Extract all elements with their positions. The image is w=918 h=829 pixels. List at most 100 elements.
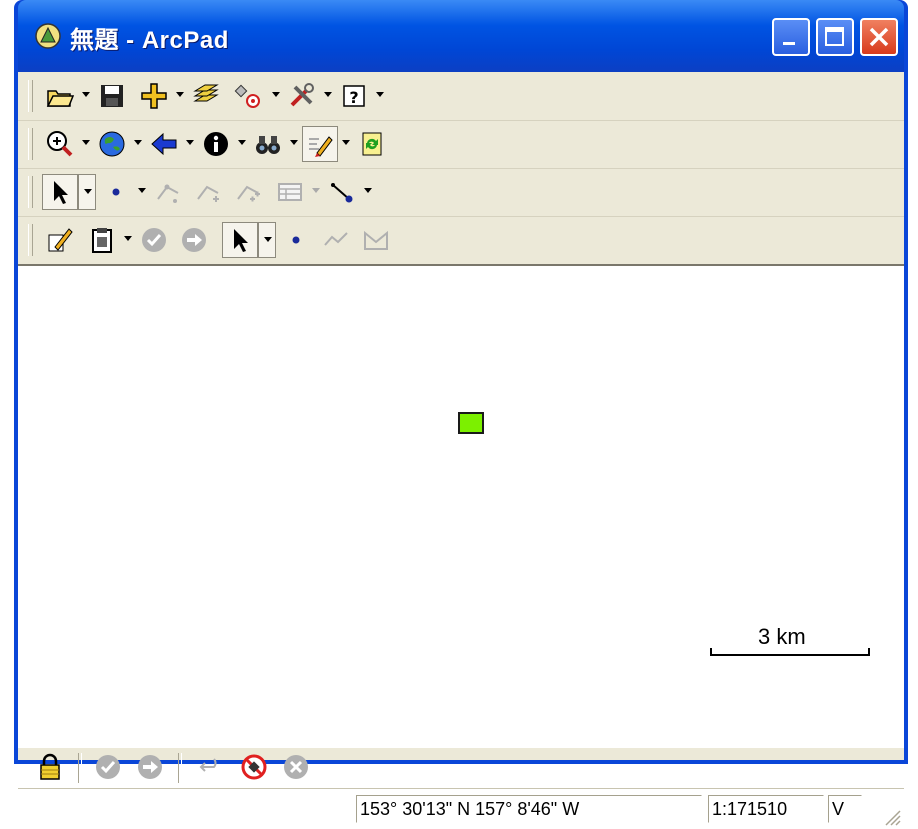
layers-button[interactable] — [188, 78, 224, 114]
edit-form-button[interactable] — [42, 222, 78, 258]
help-dropdown[interactable] — [376, 92, 384, 98]
layers-icon — [193, 84, 219, 102]
lock-button[interactable] — [32, 749, 68, 785]
forward-icon — [138, 755, 162, 779]
table-icon — [278, 183, 302, 201]
map-scale-readout[interactable]: 1:171510 — [708, 795, 824, 823]
point-icon — [112, 188, 120, 196]
map-canvas[interactable]: 3 km — [18, 266, 904, 748]
toolbar-grip[interactable] — [28, 80, 33, 112]
full-extent-button[interactable] — [94, 126, 130, 162]
clipboard-dropdown[interactable] — [124, 236, 132, 242]
zoom-in-icon — [47, 131, 73, 157]
resize-grip-icon[interactable] — [880, 805, 902, 827]
refresh-button[interactable] — [354, 126, 390, 162]
vertex-button[interactable] — [150, 174, 186, 210]
add-layer-button[interactable] — [136, 78, 172, 114]
table-dropdown[interactable] — [312, 188, 320, 194]
edit-toolbar-top — [18, 168, 904, 217]
find-button[interactable] — [250, 126, 286, 162]
open-button[interactable] — [42, 78, 78, 114]
forward-icon — [182, 228, 206, 252]
undo-button[interactable] — [194, 749, 230, 785]
maximize-button[interactable] — [816, 18, 854, 56]
tools-icon — [290, 83, 314, 107]
select-button[interactable] — [42, 174, 78, 210]
identify-button[interactable] — [198, 126, 234, 162]
point-dropdown[interactable] — [138, 188, 146, 194]
help-button[interactable]: ? — [336, 78, 372, 114]
clipboard-icon — [92, 228, 112, 253]
find-dropdown[interactable] — [290, 140, 298, 146]
add-vertex-button[interactable] — [190, 174, 226, 210]
edit-toolbar-bottom — [18, 216, 904, 265]
polyline-button[interactable] — [318, 222, 354, 258]
add-layer-icon — [141, 83, 167, 109]
next-button[interactable] — [132, 749, 168, 785]
info-icon — [204, 132, 228, 156]
add-vertices-button[interactable] — [230, 174, 266, 210]
edit-toggle-button[interactable] — [302, 126, 338, 162]
point-button-2[interactable] — [278, 222, 314, 258]
globe-icon — [99, 131, 125, 157]
status-bar: 153° 30'13" N 157° 8'46" W 1:171510 V — [18, 788, 904, 829]
table-button[interactable] — [272, 174, 308, 210]
svg-text:?: ? — [349, 88, 358, 107]
zoom-in-button[interactable] — [42, 126, 78, 162]
line-point-button[interactable] — [324, 174, 360, 210]
toolbar-grip[interactable] — [28, 176, 33, 208]
line-point-dropdown[interactable] — [364, 188, 372, 194]
point-button[interactable] — [98, 174, 134, 210]
toolbar-grip[interactable] — [28, 224, 33, 256]
line-point-icon — [331, 183, 353, 203]
mode-indicator: V — [828, 795, 862, 823]
save-button[interactable] — [94, 78, 130, 114]
clipboard-button[interactable] — [84, 222, 120, 258]
select-arrow-icon — [234, 229, 248, 252]
back-dropdown[interactable] — [186, 140, 194, 146]
extent-dropdown[interactable] — [134, 140, 142, 146]
no-gps-icon — [241, 754, 267, 780]
gps-dropdown[interactable] — [272, 92, 280, 98]
zoom-dropdown[interactable] — [82, 140, 90, 146]
edit-dropdown[interactable] — [342, 140, 350, 146]
tools-dropdown[interactable] — [324, 92, 332, 98]
back-button[interactable] — [146, 126, 182, 162]
navigation-toolbar — [18, 120, 904, 169]
check-icon — [96, 755, 120, 779]
gps-icon — [234, 84, 260, 108]
polygon-button[interactable] — [358, 222, 394, 258]
minimize-button[interactable] — [772, 18, 810, 56]
arcpad-app-icon — [35, 23, 61, 49]
maximize-icon — [825, 27, 844, 46]
app-window: 無題 - ArcPad ? 3 km 153° 30'13" N 157° 8'… — [14, 0, 908, 826]
help-icon: ? — [343, 85, 365, 107]
accept-button[interactable] — [90, 749, 126, 785]
forward-button[interactable] — [176, 222, 212, 258]
map-view[interactable]: 3 km — [18, 264, 904, 748]
open-dropdown[interactable] — [82, 92, 90, 98]
find-icon — [256, 136, 280, 154]
client-area: ? 3 km 153° 30'13" N 157° 8'46" W 1:1715… — [18, 72, 904, 826]
close-button[interactable] — [860, 18, 898, 56]
toolbar-grip[interactable] — [28, 128, 33, 160]
select-dropdown[interactable] — [78, 174, 96, 210]
tools-button[interactable] — [284, 78, 320, 114]
map-feature-polygon[interactable] — [458, 412, 484, 434]
point-icon — [292, 236, 300, 244]
open-icon — [46, 90, 75, 107]
select-dropdown-2[interactable] — [258, 222, 276, 258]
toolbar-separator — [178, 753, 182, 783]
add-layer-dropdown[interactable] — [176, 92, 184, 98]
select-button-2[interactable] — [222, 222, 258, 258]
identify-dropdown[interactable] — [238, 140, 246, 146]
cancel-button[interactable] — [278, 749, 314, 785]
gps-button[interactable] — [230, 78, 266, 114]
no-gps-button[interactable] — [236, 749, 272, 785]
main-toolbar: ? — [18, 72, 904, 121]
check-button[interactable] — [136, 222, 172, 258]
title-bar[interactable]: 無題 - ArcPad — [18, 0, 904, 72]
minimize-icon — [783, 42, 795, 45]
scale-bar — [710, 640, 870, 656]
close-icon — [869, 27, 889, 47]
